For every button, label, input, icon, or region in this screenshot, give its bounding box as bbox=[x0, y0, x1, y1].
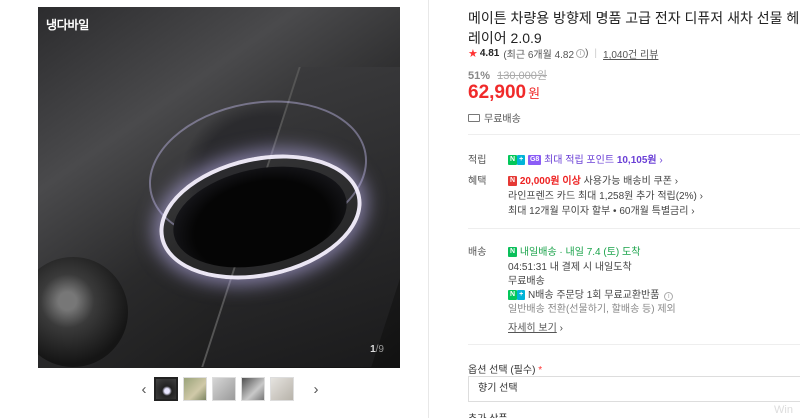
chevron-right-icon: › bbox=[559, 323, 563, 334]
benefits-label: 혜택 bbox=[468, 176, 487, 187]
product-title: 메이튼 차량용 방향제 명품 고급 전자 디퓨저 새차 선물 헤일로 레이어 2… bbox=[468, 8, 800, 48]
points-row[interactable]: N + G8 최대 적립 포인트 10,105원 › bbox=[508, 151, 663, 166]
rating-recent-close: ) bbox=[585, 48, 589, 59]
chevron-right-icon: › bbox=[659, 155, 663, 166]
option-label-text: 옵션 선택 (필수) bbox=[468, 365, 536, 376]
chevron-right-icon[interactable]: › bbox=[310, 381, 322, 398]
divider bbox=[428, 0, 429, 418]
shipping-row: 무료배송 bbox=[468, 110, 521, 125]
chevron-right-icon: › bbox=[699, 191, 703, 202]
title-line1: 메이튼 차량용 방향제 명품 고급 전자 디퓨저 새차 선물 헤일로 bbox=[468, 10, 800, 26]
naver-n-icon: N bbox=[508, 176, 518, 187]
points-amount: 10,105원 bbox=[616, 155, 657, 166]
chevron-right-icon: › bbox=[674, 176, 679, 187]
coupon-text: 사용가능 배송비 쿠폰 bbox=[580, 176, 672, 187]
thumbnail[interactable] bbox=[241, 377, 265, 401]
chevron-right-icon: › bbox=[691, 206, 695, 217]
divider bbox=[468, 134, 800, 135]
points-label: 적립 bbox=[468, 155, 487, 166]
thumbnail[interactable] bbox=[270, 377, 294, 401]
delivery-detail[interactable]: 자세히 보기 › bbox=[508, 319, 563, 334]
delivery-free: 무료배송 bbox=[508, 276, 545, 287]
tomorrow-delivery-date: · 내일 7.4 (토) 도착 bbox=[556, 247, 641, 258]
delivery-deadline: 04:51:31 내 결제 시 내일도착 bbox=[508, 262, 632, 273]
divider bbox=[468, 344, 800, 345]
reviews-link[interactable]: 1,040건 리뷰 bbox=[603, 46, 658, 61]
brand-logo: 냉다바일 bbox=[46, 18, 89, 32]
thumbnail[interactable] bbox=[154, 377, 178, 401]
plus-icon: + bbox=[517, 290, 526, 301]
price-value: 62,900 bbox=[468, 82, 527, 103]
delivery-tomorrow: N 내일배송 · 내일 7.4 (토) 도착 bbox=[508, 243, 640, 258]
separator: | bbox=[594, 48, 598, 59]
points-text: 최대 적립 포인트 bbox=[544, 155, 617, 166]
naver-n-icon: N bbox=[508, 290, 518, 301]
pager-total: /9 bbox=[375, 344, 384, 355]
scent-select[interactable]: 향기 선택 bbox=[468, 376, 800, 402]
tomorrow-delivery-text: 내일배송 bbox=[519, 247, 557, 258]
sale-price: 62,900 원 bbox=[468, 82, 540, 104]
naver-n-icon: N bbox=[508, 155, 518, 166]
card-benefit-text: 라인프렌즈 카드 최대 1,258원 추가 적립(2%) bbox=[508, 191, 697, 202]
benefit-installment[interactable]: 최대 12개월 무이자 할부 • 60개월 특별금리 › bbox=[508, 202, 695, 217]
required-mark: * bbox=[538, 365, 543, 376]
product-main-image[interactable]: 냉다바일 1/9 bbox=[38, 7, 400, 368]
star-icon: ★ bbox=[468, 48, 478, 60]
plus-icon: + bbox=[517, 155, 526, 166]
detail-link[interactable]: 자세히 보기 bbox=[508, 323, 557, 334]
benefit-coupon[interactable]: N 20,000원 이상 사용가능 배송비 쿠폰 › bbox=[508, 172, 678, 187]
delivery-exchange: N + N배송 주문당 1회 무료교환반품 i bbox=[508, 286, 674, 301]
original-price: 130,000원 bbox=[497, 70, 547, 82]
watermark-text: Win bbox=[774, 404, 793, 416]
coupon-threshold: 20,000원 이상 bbox=[519, 176, 581, 187]
price-unit: 원 bbox=[528, 86, 541, 101]
installment-text: 최대 12개월 무이자 할부 • 60개월 특별금리 bbox=[508, 206, 689, 217]
benefit-card[interactable]: 라인프렌즈 카드 최대 1,258원 추가 적립(2%) › bbox=[508, 187, 703, 202]
discount-percent: 51% bbox=[468, 70, 491, 82]
rating-row: ★ 4.81 (최근 6개월 4.82 i ) | 1,040건 리뷰 bbox=[468, 46, 658, 61]
thumbnail[interactable] bbox=[212, 377, 236, 401]
add-product-label: 추가 상품 bbox=[468, 410, 508, 418]
shipping-free: 무료배송 bbox=[484, 114, 521, 125]
card-icon: G8 bbox=[527, 155, 542, 166]
delivery-normal: 일반배송 전환(선물하기, 할배송 등) 제외 bbox=[508, 304, 676, 315]
image-pager: 1/9 bbox=[370, 344, 384, 355]
info-icon[interactable]: i bbox=[576, 49, 586, 58]
title-line2: 레이어 2.0.9 bbox=[468, 30, 542, 46]
divider bbox=[468, 228, 800, 229]
discount-row: 51% 130,000원 bbox=[468, 67, 547, 83]
thumbnail[interactable] bbox=[183, 377, 207, 401]
rating-recent: (최근 6개월 4.82 bbox=[503, 50, 575, 61]
thumbnail-strip: ‹ › bbox=[138, 377, 322, 401]
chevron-left-icon[interactable]: ‹ bbox=[138, 381, 150, 398]
option-label: 옵션 선택 (필수) * bbox=[468, 361, 542, 376]
truck-icon bbox=[468, 113, 480, 122]
tomorrow-delivery-icon: N bbox=[508, 247, 518, 258]
rating-score: 4.81 bbox=[479, 48, 500, 59]
delivery-label: 배송 bbox=[468, 247, 487, 258]
